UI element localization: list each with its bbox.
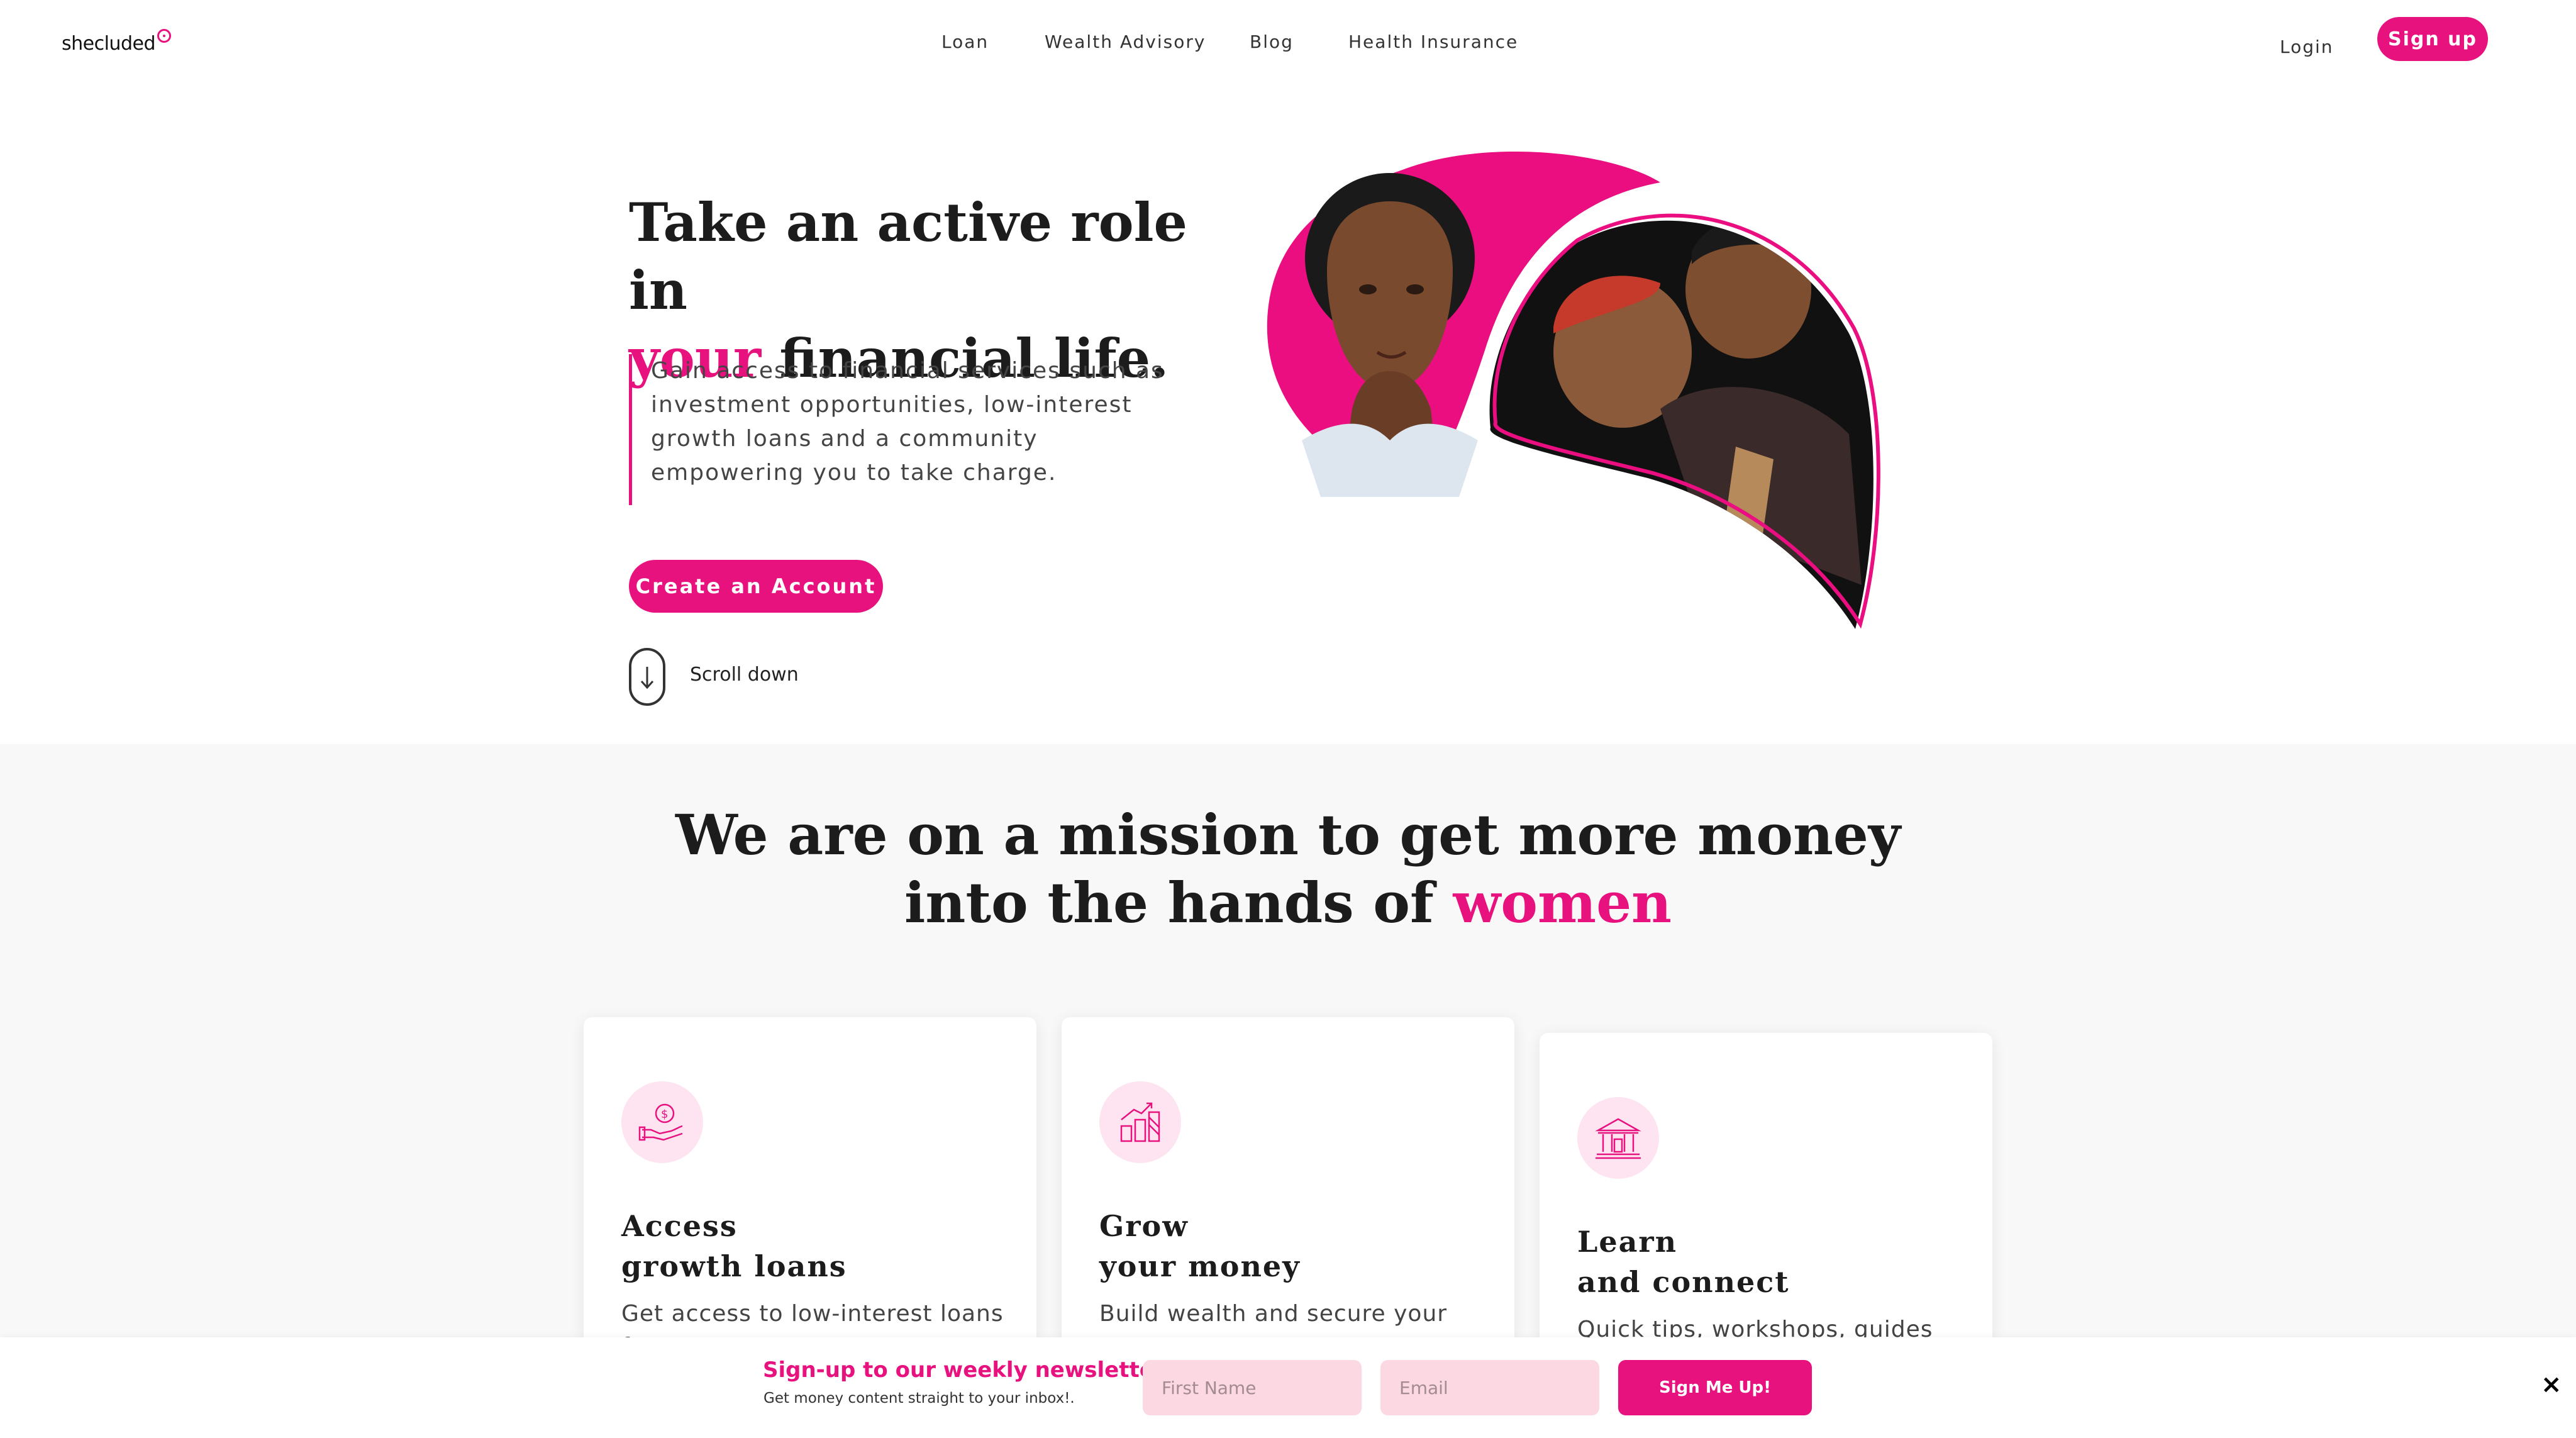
bank-icon (1577, 1097, 1659, 1179)
card-title-line1: Access (621, 1209, 738, 1243)
card-title-line1: Learn (1577, 1225, 1678, 1259)
scroll-down-label: Scroll down (690, 664, 799, 686)
nav-wealth-advisory[interactable]: Wealth Advisory (1045, 31, 1206, 57)
mission-title-line1: We are on a mission to get more money (675, 802, 1901, 867)
mission-title-line2: into the hands of (904, 870, 1453, 935)
svg-text:$: $ (661, 1108, 668, 1121)
newsletter-title: Sign-up to our weekly newsletter (763, 1357, 1165, 1383)
mission-title: We are on a mission to get more money in… (0, 801, 2576, 937)
card-title-learn: Learn and connect (1577, 1222, 1955, 1302)
card-text-grow: Build wealth and secure your (1099, 1301, 1448, 1327)
card-title-line1: Grow (1099, 1209, 1189, 1243)
site-header: shecluded Loan Wealth Advisory Blog Heal… (0, 0, 2576, 94)
first-name-input[interactable] (1143, 1360, 1362, 1415)
signup-button[interactable]: Sign up (2377, 17, 2488, 61)
nav-health-insurance[interactable]: Health Insurance (1348, 31, 1518, 57)
hero-illustration (1267, 152, 1880, 629)
card-title-loans: Access growth loans (621, 1206, 999, 1286)
portrait-women-2 (1489, 213, 1880, 629)
newsletter-subtitle: Get money content straight to your inbox… (763, 1390, 1075, 1407)
email-input[interactable] (1380, 1360, 1599, 1415)
hero-description: Gain access to financial services such a… (629, 354, 1182, 505)
mission-title-highlight: women (1453, 870, 1672, 935)
logo-mark-icon (157, 29, 171, 43)
money-hand-icon: $ (621, 1081, 703, 1163)
card-title-grow: Grow your money (1099, 1206, 1477, 1286)
sign-me-up-button[interactable]: Sign Me Up! (1618, 1360, 1812, 1415)
growth-chart-icon (1099, 1081, 1181, 1163)
hero-title-line1: Take an active role in (629, 191, 1187, 321)
close-icon[interactable]: × (2541, 1370, 2562, 1399)
nav-blog[interactable]: Blog (1250, 31, 1294, 57)
card-title-line2: and connect (1577, 1265, 1790, 1299)
logo[interactable]: shecluded (62, 33, 156, 55)
login-link[interactable]: Login (2280, 36, 2334, 57)
create-account-button[interactable]: Create an Account (629, 560, 883, 613)
card-title-line2: your money (1099, 1249, 1301, 1283)
nav-loan[interactable]: Loan (941, 31, 989, 57)
card-title-line2: growth loans (621, 1249, 847, 1283)
newsletter-bar: Sign-up to our weekly newsletter Get mon… (0, 1337, 2576, 1438)
scroll-down-icon[interactable] (629, 648, 665, 706)
